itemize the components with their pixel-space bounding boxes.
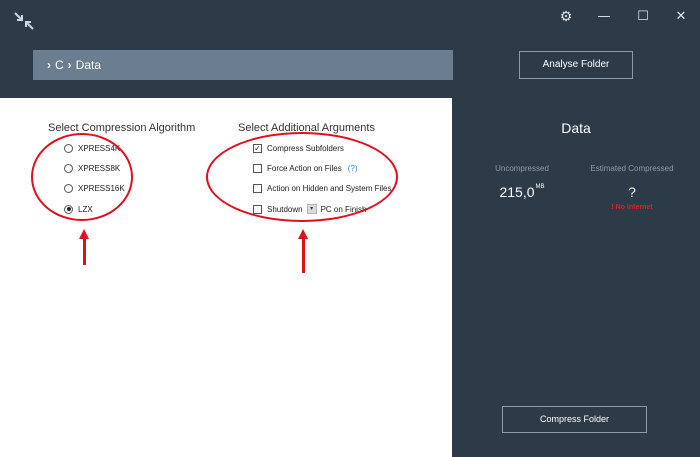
status-message: ! No Internet <box>611 204 653 211</box>
chevron-right-icon: › <box>47 58 51 72</box>
minimize-icon[interactable]: — <box>593 8 615 26</box>
compress-folder-button[interactable]: Compress Folder <box>502 406 647 433</box>
uncompressed-label: Uncompressed <box>495 164 549 173</box>
estimated-size: ? <box>628 184 636 200</box>
size-unit: MB <box>535 184 545 190</box>
analyse-folder-button[interactable]: Analyse Folder <box>519 51 633 79</box>
annotation-ellipse <box>206 132 398 222</box>
title-bar: ⚙ — ☐ ✕ <box>0 0 700 36</box>
annotation-arrow-icon <box>298 229 308 273</box>
gear-icon[interactable]: ⚙ <box>555 8 577 26</box>
maximize-icon[interactable]: ☐ <box>632 8 654 26</box>
compress-arrows-icon <box>14 12 34 30</box>
uncompressed-size: 215,0MB <box>472 184 572 200</box>
summary-panel: Data Uncompressed Estimated Compressed 2… <box>452 98 700 457</box>
uncompressed-value: 215,0 <box>499 184 535 200</box>
folder-title: Data <box>561 120 591 136</box>
estimated-label: Estimated Compressed <box>590 164 674 173</box>
options-panel: Select Compression Algorithm XPRESS4K XP… <box>0 98 452 457</box>
header: › C › Data Analyse Folder <box>0 36 700 98</box>
annotation-arrow-icon <box>79 229 89 265</box>
close-icon[interactable]: ✕ <box>670 8 692 26</box>
breadcrumb[interactable]: › C › Data <box>33 50 453 80</box>
breadcrumb-folder[interactable]: Data <box>76 58 101 72</box>
algorithm-section-title: Select Compression Algorithm <box>48 122 196 134</box>
chevron-right-icon: › <box>67 58 72 72</box>
breadcrumb-drive[interactable]: C <box>55 58 64 72</box>
annotation-ellipse <box>31 133 133 221</box>
